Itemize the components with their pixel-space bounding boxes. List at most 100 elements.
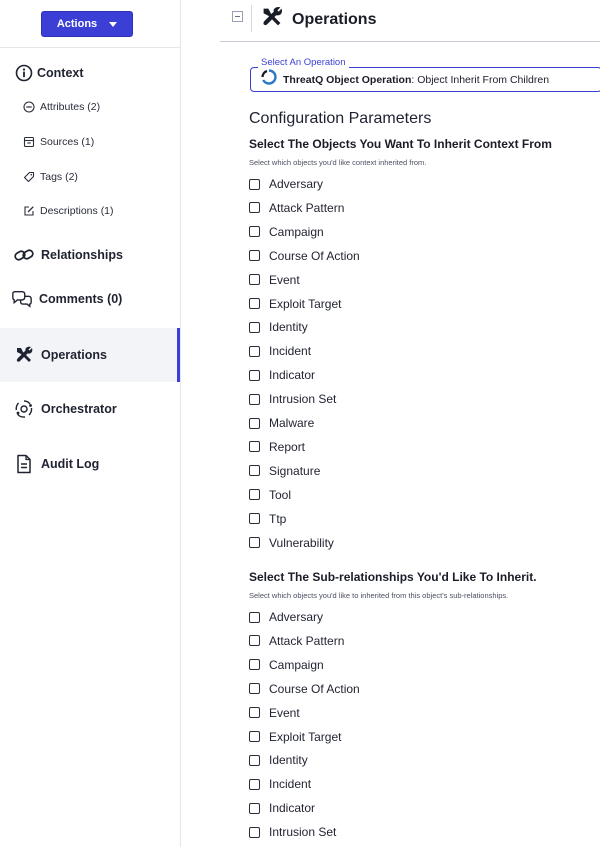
checkbox-option[interactable]: Course Of Action <box>249 249 360 263</box>
minus-circle-icon <box>22 100 35 113</box>
sidebar-item-label: Comments (0) <box>39 292 123 306</box>
checkbox-option[interactable]: Report <box>249 440 305 454</box>
checkbox-label: Exploit Target <box>269 296 342 311</box>
checkbox-option[interactable]: Malware <box>249 416 314 430</box>
checkbox[interactable] <box>249 489 260 501</box>
checkbox-label: Report <box>269 439 306 454</box>
checkbox-option[interactable]: Indicator <box>249 368 315 382</box>
checkbox-label: Course Of Action <box>269 248 360 263</box>
checkbox-option[interactable]: Adversary <box>249 177 323 191</box>
sidebar-subitem-tags[interactable]: Tags (2) <box>22 170 78 183</box>
checkbox-option[interactable]: Identity <box>249 753 308 767</box>
checkbox[interactable] <box>249 683 260 695</box>
checkbox-label: Intrusion Set <box>269 825 337 840</box>
tools-icon <box>13 344 35 366</box>
checkbox-option[interactable]: Incident <box>249 777 311 791</box>
actions-button-label: Actions <box>56 18 98 30</box>
checkbox[interactable] <box>249 393 260 405</box>
checkbox[interactable] <box>249 274 260 286</box>
actions-button[interactable]: Actions <box>41 11 133 37</box>
checkbox-option[interactable]: Intrusion Set <box>249 392 336 406</box>
checkbox-option[interactable]: Course Of Action <box>249 682 360 696</box>
checkbox-option[interactable]: Indicator <box>249 801 315 815</box>
checkbox[interactable] <box>249 369 260 381</box>
sidebar: Actions Context Attributes (2) Sources (… <box>0 0 181 847</box>
checkbox-option[interactable]: Exploit Target <box>249 730 342 744</box>
checkbox-option[interactable]: Signature <box>249 464 320 478</box>
checkbox[interactable] <box>249 611 260 623</box>
checkbox-option[interactable]: Adversary <box>249 610 323 624</box>
sidebar-subitem-label: Attributes (2) <box>40 100 101 113</box>
checkbox[interactable] <box>249 345 260 357</box>
checkbox[interactable] <box>249 778 260 790</box>
checkbox[interactable] <box>249 826 260 838</box>
checkbox[interactable] <box>249 537 260 548</box>
checkbox[interactable] <box>249 802 260 814</box>
sidebar-item-context[interactable]: Context <box>13 62 163 84</box>
checkbox-option[interactable]: Incident <box>249 344 311 358</box>
sidebar-subitem-label: Sources (1) <box>40 135 95 148</box>
checkbox[interactable] <box>249 441 260 453</box>
checkbox[interactable] <box>249 659 260 671</box>
checkbox-label: Campaign <box>269 657 324 672</box>
checkbox-option[interactable]: Vulnerability <box>249 536 334 550</box>
checkbox[interactable] <box>249 178 260 190</box>
link-icon <box>13 244 35 266</box>
checkbox[interactable] <box>249 465 260 477</box>
checkbox-label: Campaign <box>269 224 324 239</box>
document-icon <box>13 453 35 475</box>
checkbox-label: Indicator <box>269 801 316 816</box>
checkbox-option[interactable]: Identity <box>249 320 308 334</box>
sidebar-item-audit-log[interactable]: Audit Log <box>13 453 173 475</box>
group-description: Select which objects you'd like to inher… <box>249 591 509 600</box>
sidebar-subitem-attributes[interactable]: Attributes (2) <box>22 100 100 113</box>
checkbox-option[interactable]: Ttp <box>249 512 286 526</box>
checkbox[interactable] <box>249 250 260 262</box>
checkbox-option[interactable]: Attack Pattern <box>249 634 344 648</box>
checkbox-label: Incident <box>269 344 312 359</box>
group-title: Select The Objects You Want To Inherit C… <box>249 137 552 151</box>
checkbox[interactable] <box>249 754 260 766</box>
checkbox-option[interactable]: Campaign <box>249 658 324 672</box>
sidebar-item-orchestrator[interactable]: Orchestrator <box>13 398 173 420</box>
sidebar-item-comments[interactable]: Comments (0) <box>11 288 171 310</box>
sidebar-item-relationships[interactable]: Relationships <box>13 244 173 266</box>
checkbox-option[interactable]: Event <box>249 706 300 720</box>
checkbox[interactable] <box>249 226 260 238</box>
sidebar-item-label: Operations <box>41 348 107 362</box>
sidebar-subitem-descriptions[interactable]: Descriptions (1) <box>22 204 114 217</box>
sidebar-item-operations[interactable]: Operations <box>0 328 180 382</box>
info-icon <box>13 62 35 84</box>
checkbox-label: Exploit Target <box>269 729 342 744</box>
checkbox-option[interactable]: Intrusion Set <box>249 825 336 839</box>
header-divider-line <box>220 41 600 42</box>
checkbox[interactable] <box>249 202 260 214</box>
checkbox[interactable] <box>249 635 260 647</box>
checkbox-option[interactable]: Campaign <box>249 225 324 239</box>
sidebar-subitem-label: Tags (2) <box>40 170 78 183</box>
operation-select-label: Select An Operation <box>258 57 349 68</box>
checkbox[interactable] <box>249 731 260 742</box>
checkbox-option[interactable]: Event <box>249 273 300 287</box>
sidebar-item-label: Orchestrator <box>41 402 117 416</box>
checkbox-label: Adversary <box>269 177 324 191</box>
checkbox[interactable] <box>249 513 260 525</box>
config-section-title: Configuration Parameters <box>249 110 432 127</box>
tag-icon <box>22 170 35 183</box>
checkbox-option[interactable]: Tool <box>249 488 291 502</box>
checkbox-option[interactable]: Exploit Target <box>249 297 342 311</box>
checkbox-option[interactable]: Attack Pattern <box>249 201 344 215</box>
checkbox-label: Identity <box>269 753 308 768</box>
collapse-toggle-button[interactable] <box>232 11 243 22</box>
checkbox-label: Event <box>269 272 300 287</box>
checkbox[interactable] <box>249 707 260 719</box>
checkbox[interactable] <box>249 417 260 429</box>
operation-select[interactable]: ThreatQ Object Operation: Object Inherit… <box>250 67 600 92</box>
checkbox[interactable] <box>249 298 260 309</box>
checkbox[interactable] <box>249 321 260 333</box>
caret-down-icon <box>109 22 118 27</box>
sidebar-subitem-sources[interactable]: Sources (1) <box>22 135 94 148</box>
header-divider <box>251 5 252 32</box>
checkbox-label: Event <box>269 705 300 720</box>
comments-icon <box>11 288 33 310</box>
